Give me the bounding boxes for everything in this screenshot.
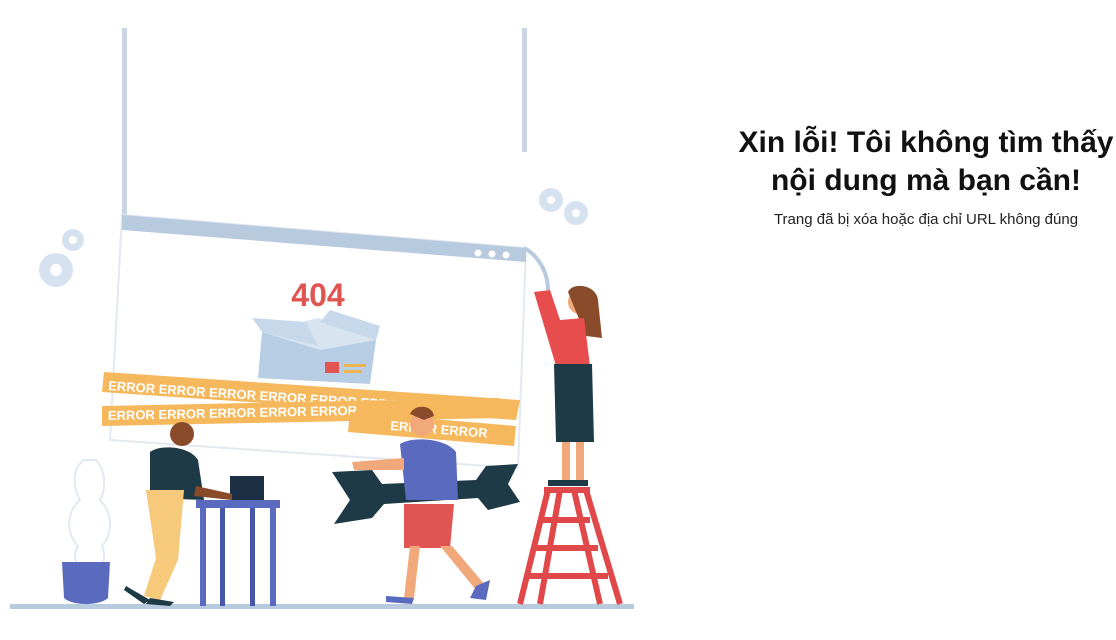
page-title: Xin lỗi! Tôi không tìm thấy nội dung mà … [700, 124, 1116, 200]
plant-vase [62, 459, 111, 604]
page-subtitle: Trang đã bị xóa hoặc địa chỉ URL không đ… [773, 211, 1079, 228]
floor-line [10, 604, 634, 609]
frame-right-rod [522, 28, 527, 152]
title-line-2: nội dung mà bạn cần! [770, 164, 1081, 197]
404-illustration: 404 ERROR ERROR ERROR ERROR ERROR ERROR … [10, 28, 634, 609]
gear-icon [39, 229, 84, 287]
error-code-label: 404 [291, 277, 345, 313]
frame-left-rod [122, 28, 127, 228]
title-line-1: Xin lỗi! Tôi không tìm thấy [738, 126, 1114, 159]
person-on-ladder [523, 246, 602, 486]
ladder [517, 487, 623, 605]
empty-box-icon [252, 310, 380, 384]
not-found-page: 404 ERROR ERROR ERROR ERROR ERROR ERROR … [0, 0, 1116, 640]
person-with-laptop [124, 422, 232, 606]
gear-icon [539, 188, 588, 225]
error-message: Xin lỗi! Tôi không tìm thấy nội dung mà … [700, 124, 1116, 230]
